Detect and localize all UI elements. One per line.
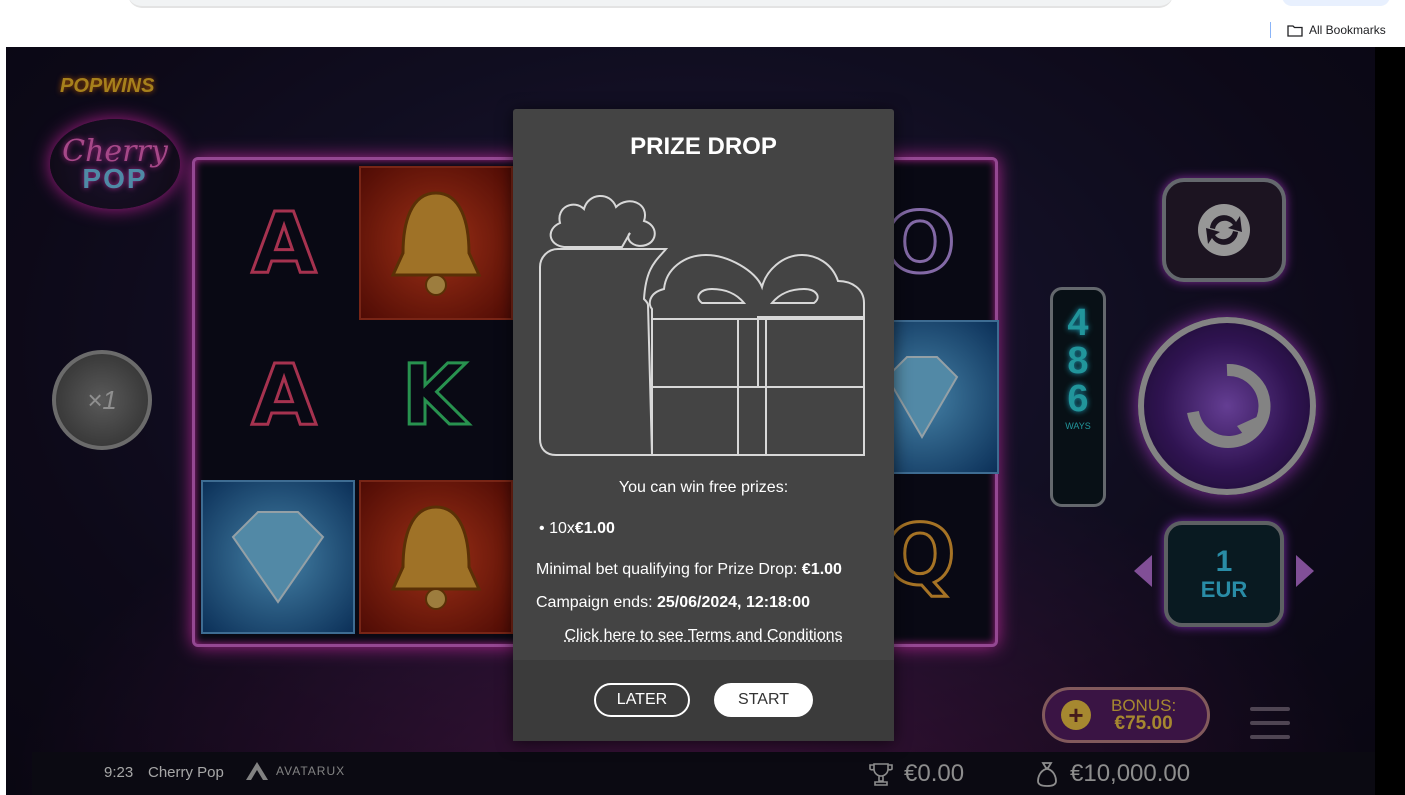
profile-button[interactable] <box>1282 0 1390 6</box>
campaign-end-text: Campaign ends: 25/06/2024, 12:18:00 <box>536 594 810 612</box>
gift-icon <box>539 195 865 456</box>
modal-title: PRIZE DROP <box>630 133 777 160</box>
all-bookmarks-label: All Bookmarks <box>1309 23 1386 37</box>
minimal-bet-label: Minimal bet qualifying for Prize Drop: <box>536 561 798 578</box>
minimal-bet-text: Minimal bet qualifying for Prize Drop: €… <box>536 561 842 579</box>
prize-intro-text: You can win free prizes: <box>618 479 789 496</box>
modal-footer: LATER START <box>513 660 894 741</box>
all-bookmarks-button[interactable]: All Bookmarks <box>1287 22 1386 38</box>
terms-link[interactable]: Click here to see Terms and Conditions <box>513 627 894 645</box>
page-edge <box>1375 47 1405 795</box>
prize-amount: €1.00 <box>574 520 615 537</box>
start-button[interactable]: START <box>714 683 813 717</box>
address-bar[interactable] <box>128 0 1173 8</box>
prize-list-item: • 10x€1.00 <box>539 520 615 538</box>
minimal-bet-value: €1.00 <box>801 561 842 578</box>
campaign-end-label: Campaign ends: <box>536 594 653 611</box>
prize-drop-modal: PRIZE DROP You can win free prizes: • 10… <box>513 109 894 741</box>
bookmarks-separator <box>1270 22 1271 38</box>
later-button[interactable]: LATER <box>594 683 690 717</box>
browser-chrome: All Bookmarks <box>0 0 1405 47</box>
folder-icon <box>1287 24 1303 37</box>
prize-count: 10x <box>549 520 575 537</box>
campaign-end-value: 25/06/2024, 12:18:00 <box>656 594 810 611</box>
bullet: • <box>539 520 545 537</box>
